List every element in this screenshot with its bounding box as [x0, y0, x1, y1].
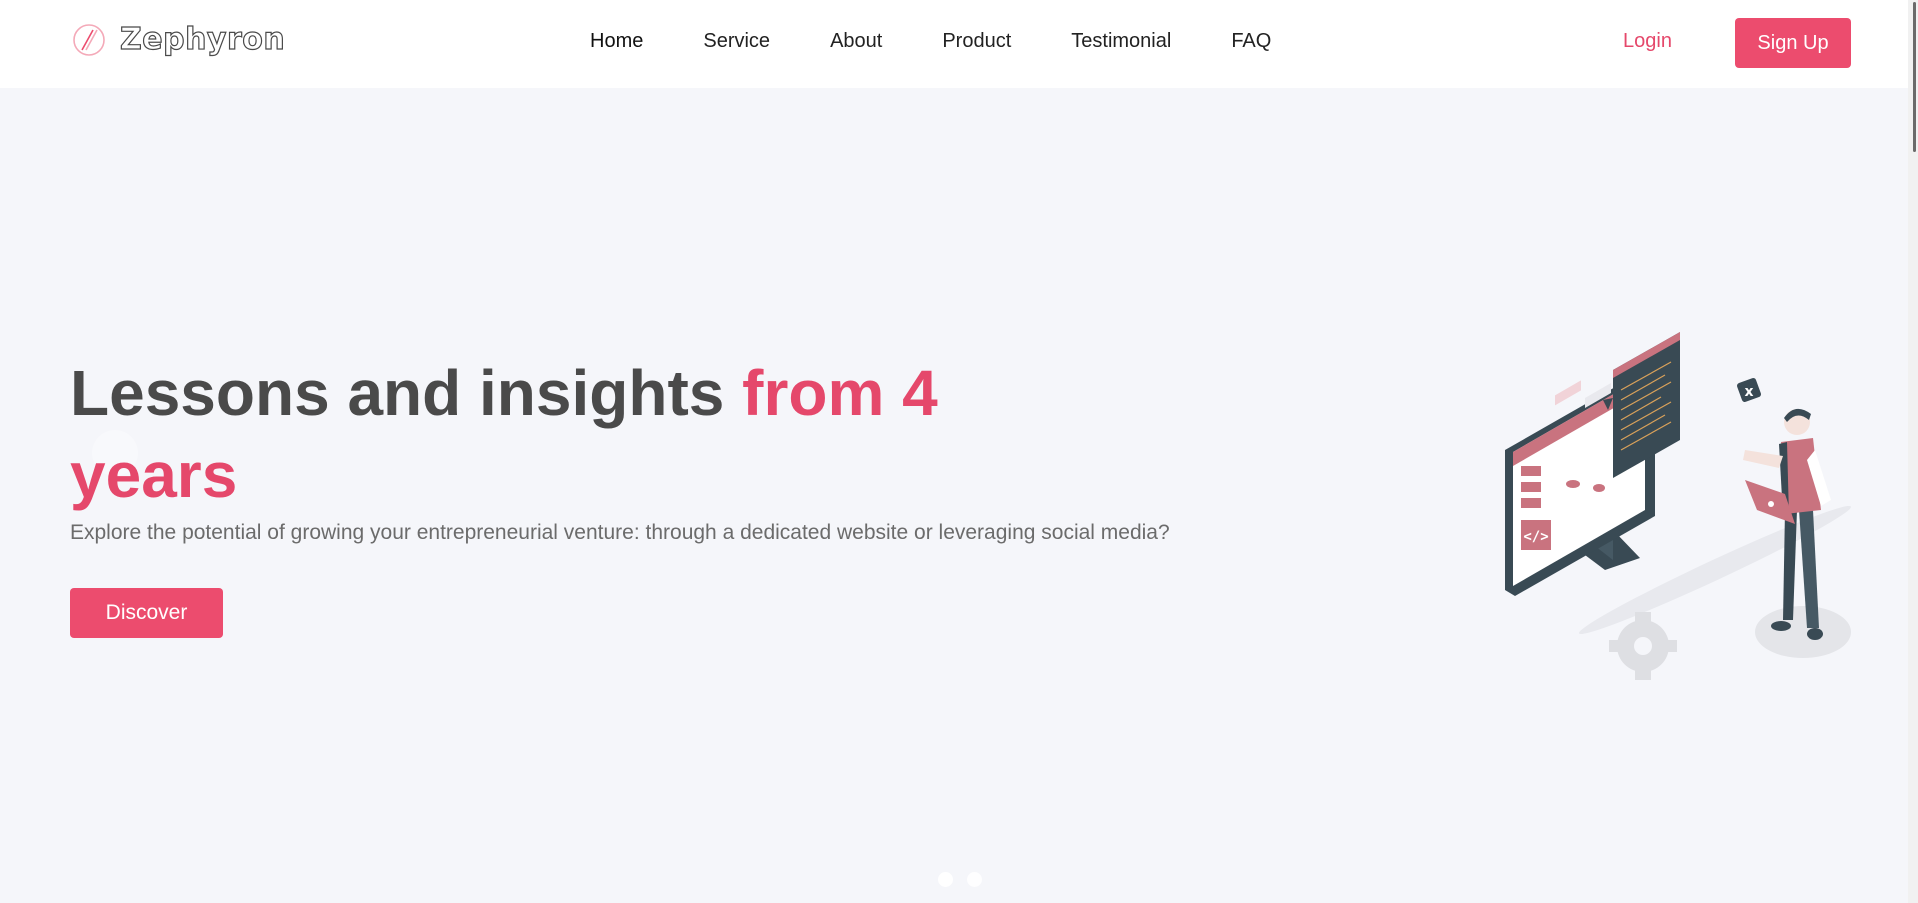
slash-circle-icon [73, 23, 105, 56]
nav-item-service[interactable]: Service [703, 30, 770, 53]
developer-at-computer-illustration: </> x [1505, 332, 1852, 680]
carousel-dot-1[interactable] [938, 872, 953, 887]
hero-title-plain: Lessons and insights [70, 357, 743, 429]
brand[interactable]: Zephyron [72, 21, 286, 58]
carousel-dot-2[interactable] [967, 872, 982, 887]
svg-text:</>: </> [1523, 529, 1548, 545]
hero-subtitle: Explore the potential of growing your en… [70, 521, 1170, 544]
nav-item-home[interactable]: Home [590, 30, 643, 53]
main-nav: Home Service About Product Testimonial F… [590, 30, 1331, 53]
scrollbar-thumb[interactable] [1913, 2, 1916, 152]
nav-item-about[interactable]: About [830, 30, 882, 53]
brand-name: Zephyron [119, 21, 286, 57]
nav-item-product[interactable]: Product [942, 30, 1011, 53]
hero-title: Lessons and insights from 4 years [70, 352, 970, 516]
nav-item-faq[interactable]: FAQ [1231, 30, 1271, 53]
discover-button[interactable]: Discover [70, 588, 223, 638]
carousel-indicators [938, 872, 982, 887]
login-link[interactable]: Login [1623, 30, 1672, 53]
svg-text:x: x [1744, 384, 1753, 400]
nav-item-testimonial[interactable]: Testimonial [1071, 30, 1171, 53]
page-scrollbar[interactable] [1908, 0, 1918, 903]
navbar: Zephyron Home Service About Product Test… [0, 0, 1918, 88]
signup-button[interactable]: Sign Up [1735, 18, 1851, 68]
